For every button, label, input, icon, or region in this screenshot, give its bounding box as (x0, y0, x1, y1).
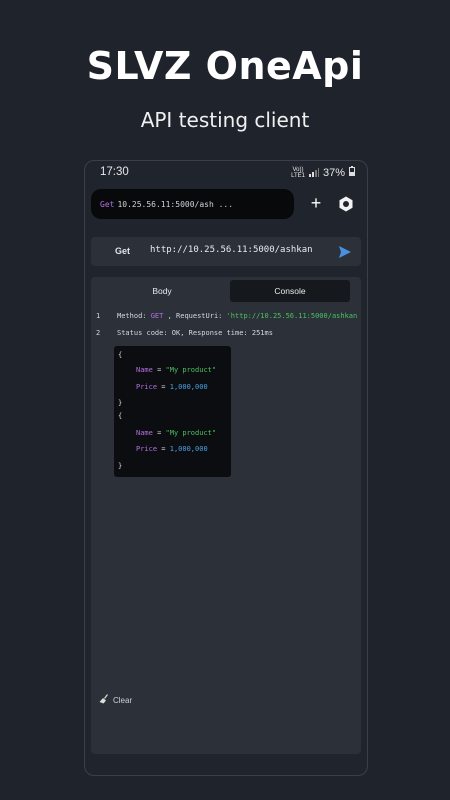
status-line-text: Status code: OK, Response time: 251ms (117, 329, 273, 337)
json-brace: { (118, 351, 123, 359)
status-icons: Vo)) LTE1 37% (291, 166, 355, 179)
json-brace: { (118, 412, 123, 420)
add-tab-button[interactable]: + (305, 192, 327, 214)
battery-icon (349, 166, 355, 179)
json-brace: } (118, 399, 123, 407)
hero-subtitle: API testing client (140, 108, 310, 132)
json-entry: Price = 1,000,000 (136, 383, 208, 391)
url-input[interactable]: http://10.25.56.11:5000/ashkan (150, 245, 313, 255)
json-entry: Name = "My product" (136, 429, 217, 437)
request-tab-method: Get (100, 199, 115, 209)
broom-icon (99, 694, 109, 706)
phone-screen: 17:30 Vo)) LTE1 37% Get 10.25.56.11:5000… (84, 160, 368, 776)
response-panel: Body Console 1 Method: GET , RequestUri:… (91, 277, 361, 754)
clear-label: Clear (113, 695, 133, 705)
json-response-block: { Name = "My product" Price = 1,000,000 … (114, 346, 231, 477)
line-number: 2 (96, 329, 101, 337)
request-bar: Get http://10.25.56.11:5000/ashkan (91, 237, 361, 266)
line-number: 1 (96, 312, 101, 320)
request-uri-value: 'http://10.25.56.11:5000/ashkan (226, 312, 358, 320)
json-brace: } (118, 462, 123, 470)
clear-button[interactable]: Clear (99, 694, 132, 706)
signal-icon (308, 168, 319, 177)
request-tab-url: 10.25.56.11:5000/ash ... (117, 199, 234, 209)
tab-console[interactable]: Console (230, 280, 350, 302)
method-selector[interactable]: Get (115, 246, 130, 256)
method-value: GET (150, 312, 164, 320)
send-icon[interactable] (338, 245, 352, 259)
settings-gear-icon[interactable] (335, 193, 357, 215)
status-bar: 17:30 Vo)) LTE1 37% (85, 161, 367, 185)
tab-body[interactable]: Body (94, 280, 230, 302)
request-tab[interactable]: Get 10.25.56.11:5000/ash ... (91, 189, 294, 219)
json-entry: Price = 1,000,000 (136, 445, 208, 453)
volte-icon: Vo)) LTE1 (291, 166, 305, 179)
battery-text: 37% (322, 166, 345, 179)
status-time: 17:30 (100, 166, 129, 178)
hero-title: SLVZ OneApi (86, 44, 364, 88)
toolbar: Get 10.25.56.11:5000/ash ... + (91, 189, 361, 219)
response-tabs: Body Console (94, 280, 358, 302)
json-entry: Name = "My product" (136, 366, 217, 374)
